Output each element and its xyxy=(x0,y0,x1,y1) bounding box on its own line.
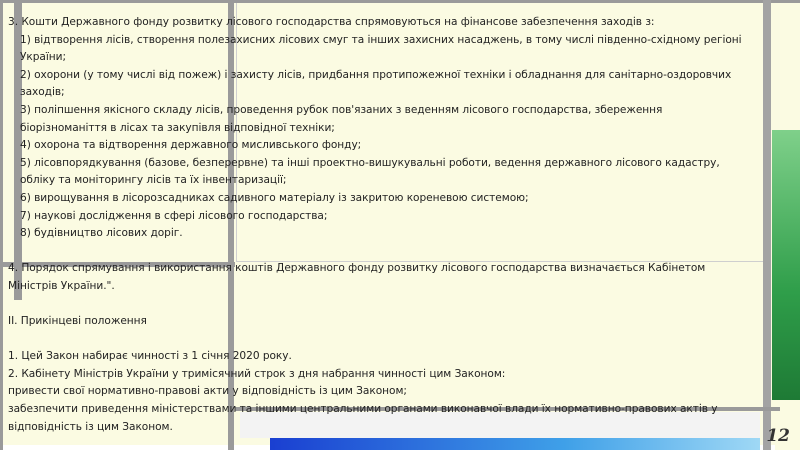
text-line: 3) поліпшення якісного складу лісів, про… xyxy=(20,103,663,116)
text-line: 4) охорона та відтворення державного мис… xyxy=(20,139,362,152)
text-line: 3. Кошти Державного фонду розвитку лісов… xyxy=(8,16,655,28)
text-line: біорізноманіття в лісах та закупівля від… xyxy=(20,121,335,134)
text-line: 2) охорони (у тому числі від пожеж) і за… xyxy=(20,68,732,81)
text-line: 4. Порядок спрямування і використання ко… xyxy=(8,262,706,275)
text-line: 1) відтворення лісів, створення полезахи… xyxy=(20,33,742,46)
document-text: 3. Кошти Державного фонду розвитку лісов… xyxy=(8,14,790,436)
text-line: 7) наукові дослідження в сфері лісового … xyxy=(20,209,328,222)
text-line: 8) будівництво лісових доріг. xyxy=(20,227,183,240)
gray-top-bar xyxy=(0,0,800,3)
text-line: обліку та моніторингу лісів та їх інвент… xyxy=(20,174,287,187)
text-line: 1. Цей Закон набирає чинності з 1 січня … xyxy=(8,350,292,363)
section-heading: ІІ. Прикінцеві положення xyxy=(8,315,147,328)
text-line: відповідність із цим Законом. xyxy=(8,420,173,433)
text-line: привести свої нормативно-правові акти у … xyxy=(8,385,407,398)
blue-gradient-bar xyxy=(270,438,760,450)
text-line: заходів; xyxy=(20,86,65,99)
text-line: 5) лісовпорядкування (базове, безперервн… xyxy=(20,156,720,169)
page-number: 12 xyxy=(766,426,790,446)
text-line: Міністрів України.". xyxy=(8,279,115,292)
text-line: забезпечити приведення міністерствами та… xyxy=(8,403,718,416)
text-line: 2. Кабінету Міністрів України у тримісяч… xyxy=(8,367,506,380)
slide: 3. Кошти Державного фонду розвитку лісов… xyxy=(0,0,800,450)
gray-left-edge xyxy=(0,0,3,450)
text-line: 6) вирощування в лісорозсадниках садивно… xyxy=(20,191,529,204)
text-line: України; xyxy=(20,51,66,64)
